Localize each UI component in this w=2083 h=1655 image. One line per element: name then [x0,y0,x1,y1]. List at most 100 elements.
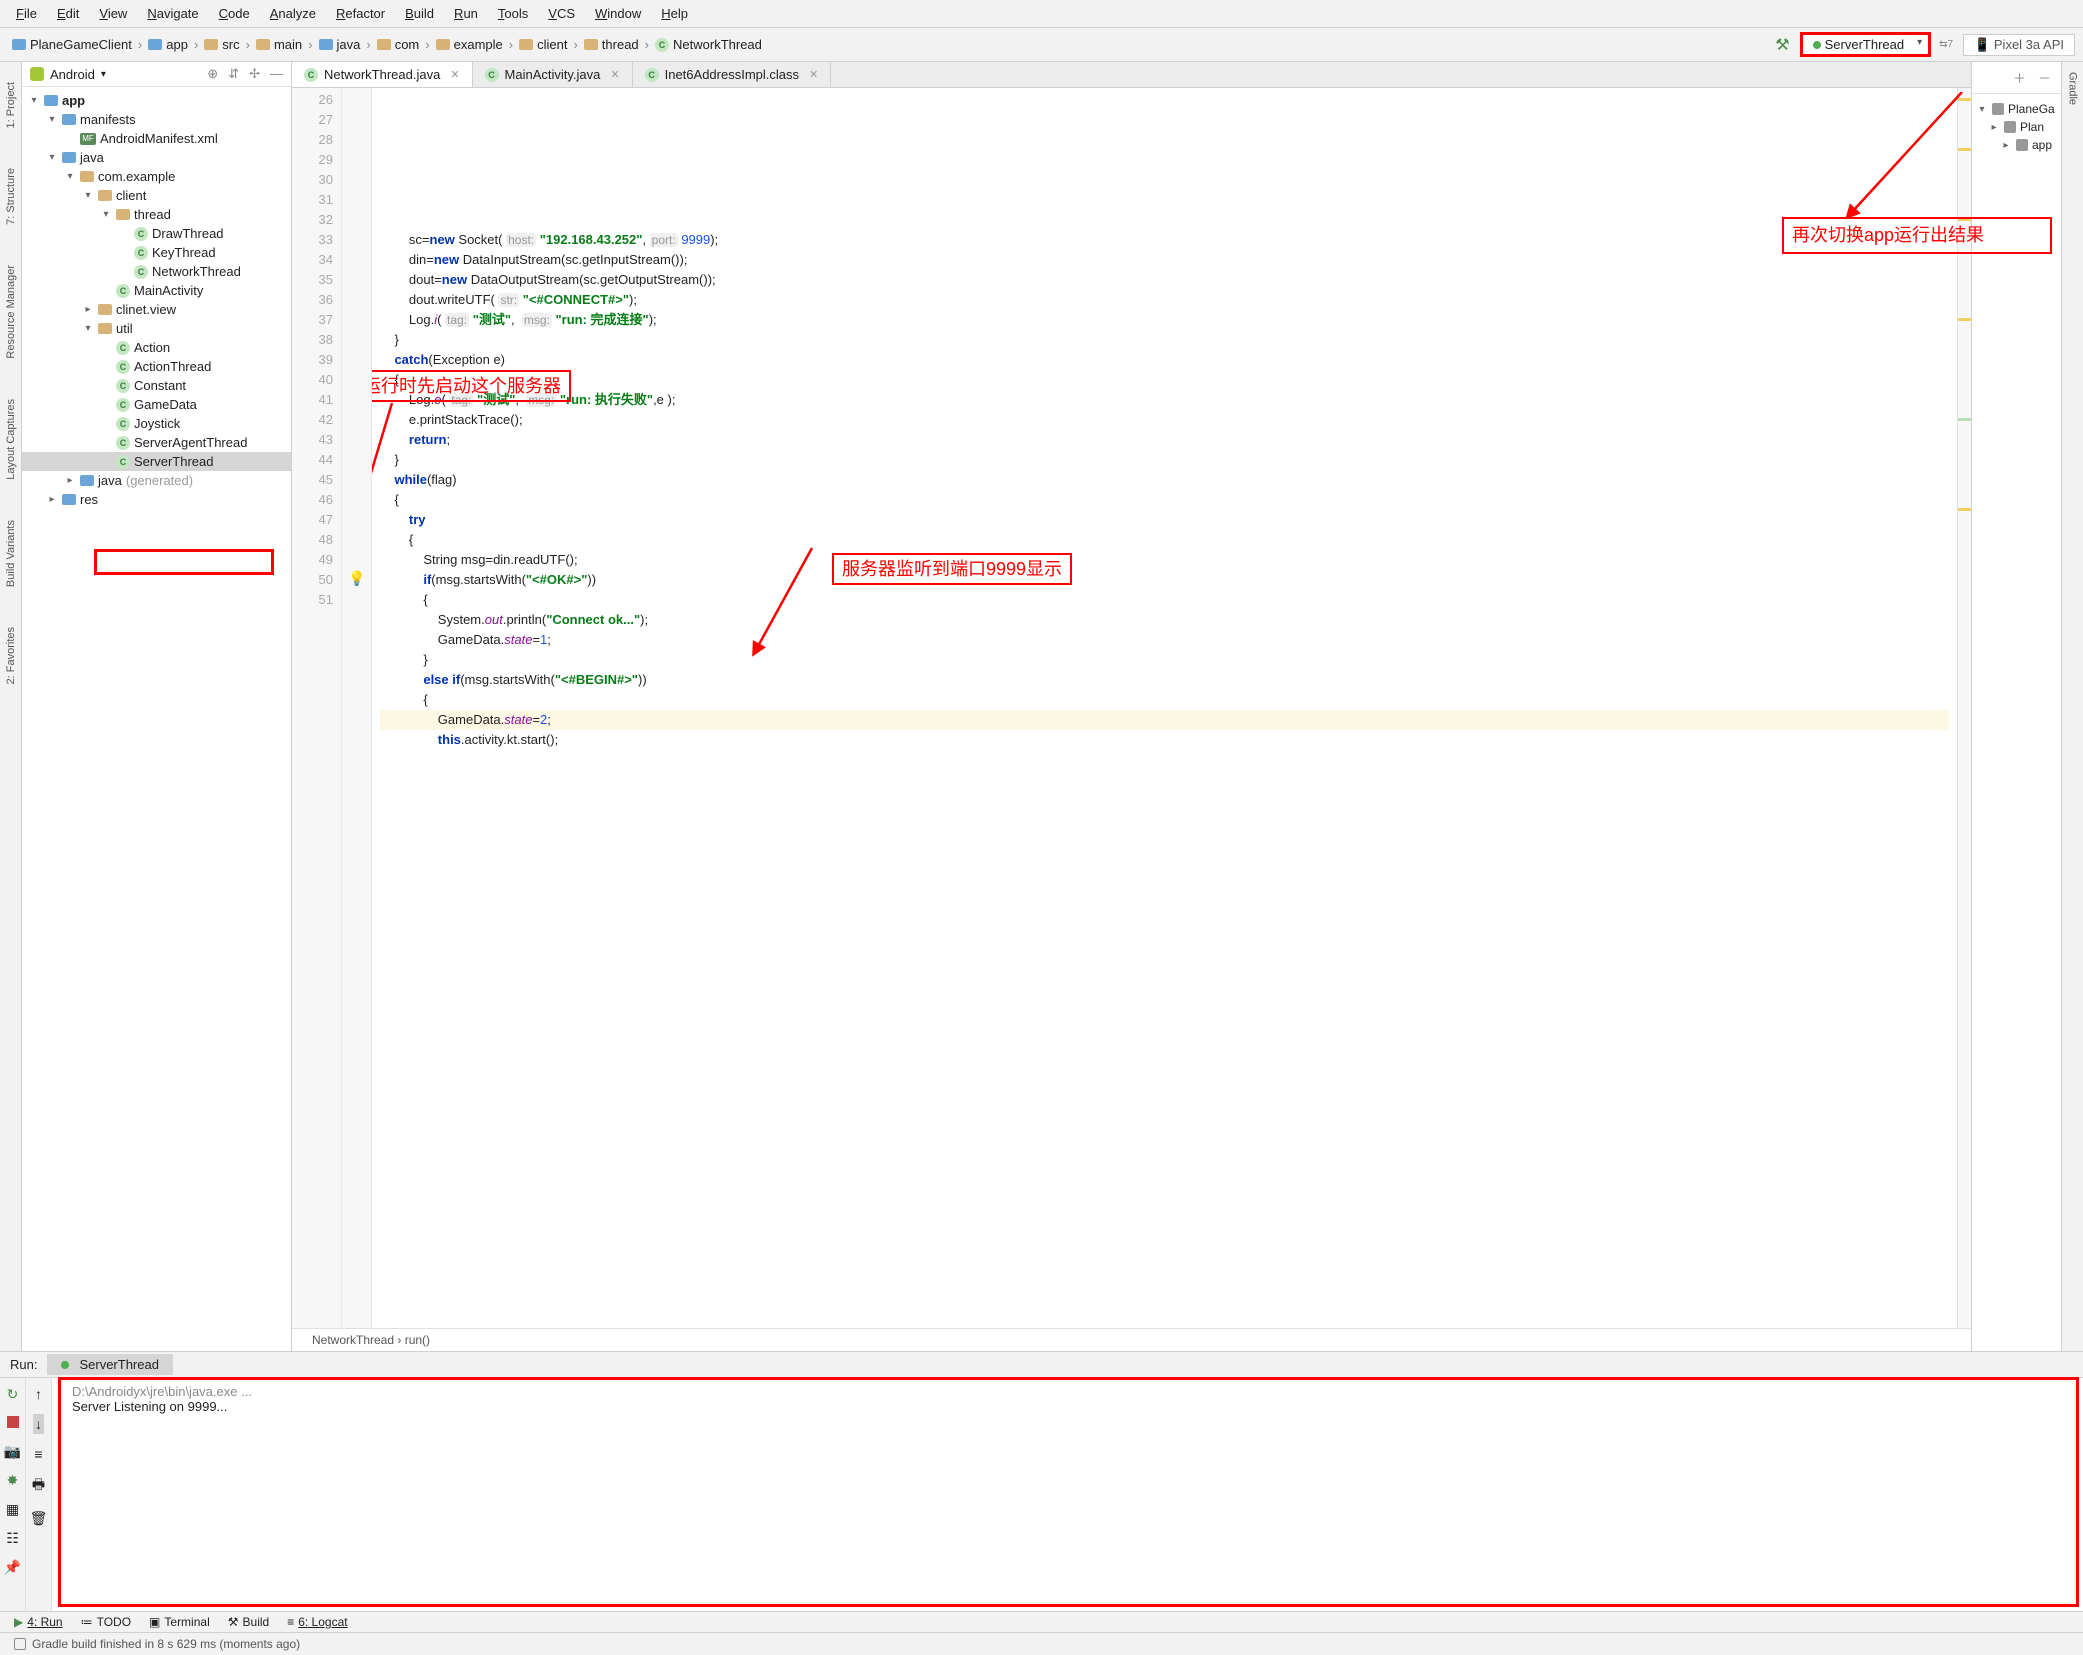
run-toolbar-1: ↻ 📷 ✸ ▦ ☷ 📌 [0,1378,26,1611]
tree-item[interactable]: com.example [22,167,291,186]
settings-icon[interactable]: ✢ [249,66,260,82]
tool-resource-manager[interactable]: Resource Manager [5,265,17,359]
breadcrumb-item[interactable]: app [144,35,192,54]
tree-item[interactable]: app [22,91,291,110]
gradle-tree-item[interactable]: PlaneGa [1976,100,2057,118]
gradle-tree-item[interactable]: app [1976,136,2057,154]
tree-item[interactable]: CAction [22,338,291,357]
tree-item[interactable]: CJoystick [22,414,291,433]
menu-build[interactable]: Build [399,4,440,23]
run-config-dropdown[interactable]: ServerThread [1800,32,1931,57]
tool-build-variants[interactable]: Build Variants [5,520,17,587]
editor-tab[interactable]: CInet6AddressImpl.class✕ [633,62,832,87]
gradle-tool-button[interactable]: Gradle [2067,72,2079,1351]
build-icon[interactable]: ⚒ [1775,35,1789,55]
layout-icon[interactable]: ▦ [6,1501,19,1518]
wrap-icon[interactable]: ≡ [34,1446,42,1462]
breadcrumb-item[interactable]: CNetworkThread [651,35,766,54]
breadcrumb-item[interactable]: com [373,35,424,54]
collapse-icon[interactable]: ⇵ [228,66,239,82]
menu-navigate[interactable]: Navigate [141,4,204,23]
editor-tab[interactable]: CNetworkThread.java✕ [292,62,473,87]
tool-layout-captures[interactable]: Layout Captures [5,399,17,480]
project-tree[interactable]: appmanifestsMFAndroidManifest.xmljavacom… [22,87,291,1351]
tool----structure[interactable]: 7: Structure [5,168,17,225]
tree-item[interactable]: thread [22,205,291,224]
tree-item[interactable]: CNetworkThread [22,262,291,281]
close-icon[interactable]: ✕ [610,68,619,81]
down-icon[interactable]: ↓ [33,1414,44,1434]
tree-item[interactable]: java [22,148,291,167]
device-selector[interactable]: 📱 Pixel 3a API [1963,34,2075,56]
menu-refactor[interactable]: Refactor [330,4,391,23]
bottom-tool-4--run[interactable]: ▶4: Run [14,1615,63,1629]
breadcrumb-item[interactable]: thread [580,35,643,54]
tool----favorites[interactable]: 2: Favorites [5,627,17,684]
tree-item[interactable]: clinet.view [22,300,291,319]
bottom-tool-6--logcat[interactable]: ≡6: Logcat [287,1615,347,1629]
close-icon[interactable]: ✕ [809,68,818,81]
tree-item[interactable]: res [22,490,291,509]
tree-item[interactable]: CKeyThread [22,243,291,262]
tree-item[interactable]: util [22,319,291,338]
run-tab[interactable]: ServerThread [47,1354,172,1375]
editor-breadcrumb[interactable]: NetworkThread › run() [292,1328,1971,1351]
bug-icon[interactable]: ✸ [7,1472,19,1489]
breadcrumb-item[interactable]: java [315,35,365,54]
tree-item[interactable]: java (generated) [22,471,291,490]
menu-bar: File Edit View Navigate Code Analyze Refactor B… [0,0,2083,28]
remove-icon[interactable]: － [2038,68,2051,87]
tree-item[interactable]: CActionThread [22,357,291,376]
intention-bulb-icon[interactable]: 💡 [348,570,365,587]
tree-item[interactable]: CConstant [22,376,291,395]
error-stripe[interactable] [1957,88,1971,1328]
tree-item[interactable]: CGameData [22,395,291,414]
breadcrumb-item[interactable]: main [252,35,306,54]
bottom-tool-terminal[interactable]: ▣Terminal [149,1615,210,1629]
tree-item[interactable]: CMainActivity [22,281,291,300]
annotation-gutter: 💡 [342,88,372,1328]
pin-icon[interactable]: 📌 [4,1559,21,1576]
menu-tools[interactable]: Tools [492,4,534,23]
menu-run[interactable]: Run [448,4,484,23]
menu-file[interactable]: File [10,4,43,23]
filter-icon[interactable]: ☷ [6,1530,19,1547]
menu-window[interactable]: Window [589,4,647,23]
status-bar: Gradle build finished in 8 s 629 ms (mom… [0,1632,2083,1655]
up-icon[interactable]: ↑ [35,1386,42,1402]
gradle-tree-item[interactable]: Plan [1976,118,2057,136]
menu-view[interactable]: View [93,4,133,23]
bottom-tool-build[interactable]: ⚒Build [228,1615,269,1629]
menu-help[interactable]: Help [655,4,694,23]
add-icon[interactable]: ＋ [2013,68,2026,87]
tree-item[interactable]: manifests [22,110,291,129]
stop-icon[interactable] [7,1415,19,1431]
menu-vcs[interactable]: VCS [542,4,581,23]
gradle-panel: ＋ － PlaneGaPlanapp 再次切换app运行出结果 [1971,62,2061,1351]
trash-icon[interactable]: 🗑 [30,1510,48,1527]
menu-code[interactable]: Code [213,4,256,23]
tree-item[interactable]: CDrawThread [22,224,291,243]
breadcrumb-item[interactable]: example [432,35,507,54]
tool----project[interactable]: 1: Project [5,82,17,128]
console-output[interactable]: D:\Androidyx\jre\bin\java.exe ... Server… [52,1378,2083,1611]
tree-item[interactable]: MFAndroidManifest.xml [22,129,291,148]
tree-item[interactable]: CServerThread [22,452,291,471]
camera-icon[interactable]: 📷 [4,1443,21,1460]
close-icon[interactable]: ✕ [450,68,459,81]
breadcrumb-item[interactable]: src [200,35,243,54]
target-icon[interactable]: ⊕ [207,66,218,82]
project-view-header[interactable]: Android ▾ ⊕ ⇵ ✢ — [22,62,291,87]
breadcrumb-item[interactable]: client [515,35,571,54]
tree-item[interactable]: client [22,186,291,205]
breadcrumb-item[interactable]: PlaneGameClient [8,35,136,54]
editor-tab[interactable]: CMainActivity.java✕ [473,62,633,87]
hide-icon[interactable]: — [270,66,283,82]
tree-item[interactable]: CServerAgentThread [22,433,291,452]
rerun-icon[interactable]: ↻ [7,1386,19,1403]
bottom-tool-todo[interactable]: ≔TODO [81,1615,131,1629]
menu-analyze[interactable]: Analyze [264,4,322,23]
print-icon[interactable]: 🖶 [32,1474,45,1498]
code-editor[interactable]: 程序运行时先启动这个服务器 服务器监听到端口9999显示 sc=new Sock… [372,88,1957,1328]
menu-edit[interactable]: Edit [51,4,85,23]
